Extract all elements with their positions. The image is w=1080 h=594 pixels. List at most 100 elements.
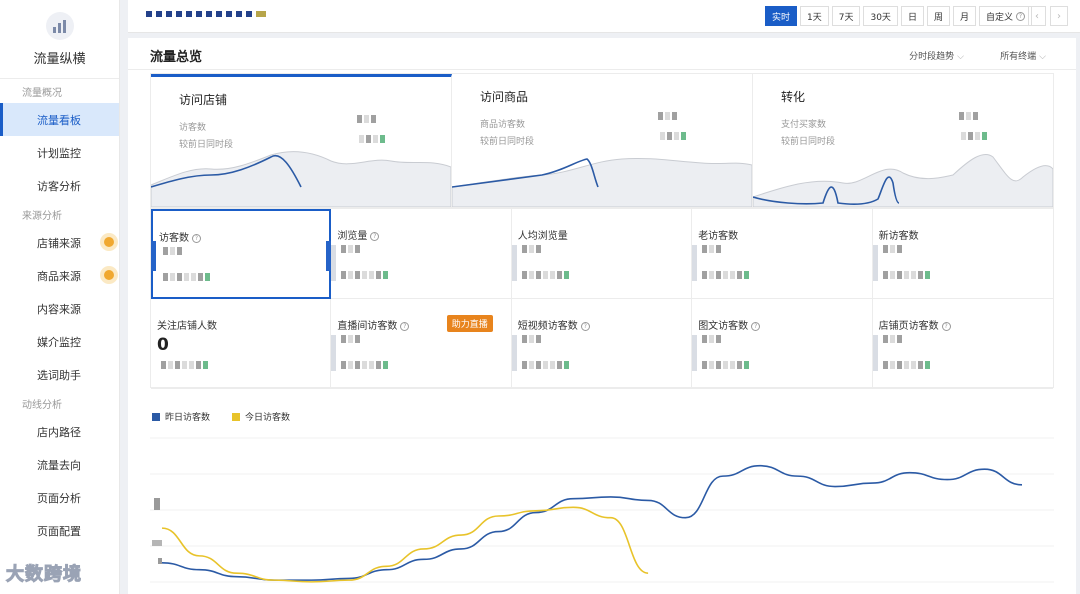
sidebar-item[interactable]: 商品来源 — [0, 259, 119, 292]
sidebar-item[interactable]: 选词助手 — [0, 358, 119, 391]
terminal-dropdown[interactable]: 所有终端 ⌵ — [1000, 49, 1046, 62]
logo[interactable]: 流量纵横 — [0, 0, 119, 78]
sidebar: 流量纵横 流量概况流量看板计划监控访客分析来源分析店铺来源商品来源内容来源 媒介监… — [0, 0, 120, 594]
overview-card-title: 转化 — [781, 90, 806, 104]
metric-divider — [331, 335, 337, 371]
metric-grid: 访客数? 浏览量? 人均浏览量 老访客数 新访客数关注店铺人数 0 直播间访客数? 助力直播 短… — [150, 208, 1054, 389]
metric-cell[interactable]: 浏览量? — [331, 209, 512, 299]
redacted-change — [702, 361, 750, 369]
redacted-change — [702, 271, 750, 279]
metric-label: 浏览量? — [337, 227, 380, 242]
metric-label: 图文访客数? — [698, 317, 761, 332]
sidebar-item-label: 访客分析 — [37, 179, 81, 193]
sidebar-item[interactable]: 流量看板 — [0, 103, 119, 136]
metric-cell[interactable]: 店铺页访客数? — [872, 299, 1053, 389]
time-tab[interactable]: 7天 — [831, 6, 861, 26]
legend-swatch — [232, 412, 241, 421]
metric-divider — [872, 245, 878, 281]
metric-cell[interactable]: 图文访客数? — [692, 299, 873, 389]
overview-card[interactable]: 访问店铺 访客数 较前日同时段 — [151, 74, 452, 207]
overview-sparkline — [151, 151, 451, 207]
overview-card[interactable]: 转化 支付买家数 较前日同时段 — [753, 74, 1053, 207]
overview-cards: 访问店铺 访客数 较前日同时段 访问商品 商品访客数 较前日同时段 转化 支付买家数 较前日同时… — [150, 73, 1054, 208]
metric-divider — [872, 335, 878, 371]
logo-text: 流量纵横 — [33, 51, 86, 67]
panel-title: 流量总览 — [150, 50, 203, 65]
redacted-change — [521, 271, 569, 279]
legend-item[interactable]: 昨日访客数 — [152, 410, 210, 423]
time-tab[interactable]: 周 — [926, 6, 950, 26]
sidebar-item-label: 流量看板 — [37, 113, 81, 127]
time-tab[interactable]: 月 — [952, 6, 976, 26]
watermark: 大数跨境 — [6, 564, 82, 586]
metric-divider — [331, 245, 337, 281]
prev-button[interactable]: ‹ — [1028, 6, 1046, 26]
metric-label: 关注店铺人数 — [157, 317, 217, 332]
metric-label-text: 关注店铺人数 — [157, 321, 217, 332]
sidebar-item[interactable]: 访客分析 — [0, 169, 119, 202]
time-tab-label: 自定义 — [985, 12, 1013, 23]
time-tab[interactable]: 日 — [900, 6, 924, 26]
redacted-value — [163, 247, 182, 255]
sidebar-item[interactable]: 媒介监控 — [0, 325, 119, 358]
sidebar-item-label: 商品来源 — [37, 269, 81, 283]
time-tab[interactable]: 30天 — [863, 6, 898, 26]
sidebar-item-label: 流量去向 — [37, 458, 81, 472]
selection-left-marker — [151, 241, 156, 271]
help-icon[interactable]: ? — [941, 322, 951, 331]
time-tab-label: 月 — [959, 12, 969, 23]
sidebar-item[interactable]: 店内路径 — [0, 415, 119, 448]
sidebar-item[interactable]: 页面配置 — [0, 514, 119, 547]
help-icon[interactable]: ? — [400, 322, 410, 331]
help-icon[interactable]: ? — [370, 232, 380, 241]
metric-cell[interactable]: 短视频访客数? — [511, 299, 693, 389]
live-boost-badge[interactable]: 助力直播 — [446, 315, 493, 332]
trend-dropdown[interactable]: 分时段趋势 ⌵ — [909, 49, 964, 62]
help-icon[interactable]: ? — [192, 234, 201, 243]
metric-cell[interactable]: 人均浏览量 — [511, 209, 693, 299]
time-tab[interactable]: 1天 — [800, 6, 829, 26]
metric-label: 店铺页访客数? — [879, 317, 951, 332]
redacted-y-tick — [154, 498, 160, 510]
metric-label: 访客数? — [159, 229, 201, 244]
time-tab-label: 日 — [907, 12, 917, 23]
help-icon[interactable]: ? — [580, 322, 590, 331]
redacted-value — [658, 112, 677, 120]
top-bar: 实时 1天 7天 30天日周月自定义? ‹ › — [128, 0, 1080, 33]
metric-cell[interactable]: 关注店铺人数 0 — [151, 299, 332, 389]
redacted-change — [341, 271, 389, 279]
metric-label-text: 店铺页访客数 — [878, 321, 939, 332]
metric-cell[interactable]: 新访客数 — [872, 209, 1053, 299]
overview-metric-label: 商品访客数 — [480, 120, 526, 130]
sidebar-item[interactable]: 页面分析 — [0, 481, 119, 514]
redacted-value — [341, 335, 361, 343]
metric-label: 直播间访客数? — [337, 317, 410, 332]
help-icon[interactable]: ? — [751, 322, 761, 331]
sidebar-group-label: 来源分析 — [22, 210, 62, 222]
metric-divider — [692, 245, 698, 281]
metric-cell[interactable]: 直播间访客数? 助力直播 — [331, 299, 512, 389]
overview-sparkline — [753, 153, 1053, 207]
redacted-value — [357, 115, 376, 123]
metric-label-text: 老访客数 — [698, 231, 739, 242]
redacted-value — [521, 335, 541, 343]
sidebar-item-label: 选词助手 — [37, 368, 81, 382]
legend-swatch — [152, 412, 160, 421]
sidebar-item[interactable]: 计划监控 — [0, 136, 119, 169]
sidebar-group-label: 流量概况 — [22, 87, 62, 99]
time-tab[interactable]: 自定义? — [978, 6, 1032, 26]
next-button[interactable]: › — [1050, 6, 1068, 26]
metric-cell[interactable]: 老访客数 — [692, 209, 873, 299]
sidebar-item[interactable]: 店铺来源 — [0, 226, 119, 259]
metric-cell[interactable]: 访客数? — [151, 209, 332, 299]
redacted-value — [341, 245, 361, 253]
metric-label: 新访客数 — [879, 227, 919, 242]
redacted-change — [882, 361, 930, 369]
legend-label: 今日访客数 — [245, 413, 291, 423]
time-tab[interactable]: 实时 — [765, 6, 798, 26]
legend-item[interactable]: 今日访客数 — [232, 410, 290, 423]
sidebar-item[interactable]: 流量去向 — [0, 448, 119, 481]
metric-divider — [692, 335, 698, 371]
overview-card[interactable]: 访问商品 商品访客数 较前日同时段 — [452, 74, 753, 207]
sidebar-item[interactable]: 内容来源 — [0, 292, 119, 325]
